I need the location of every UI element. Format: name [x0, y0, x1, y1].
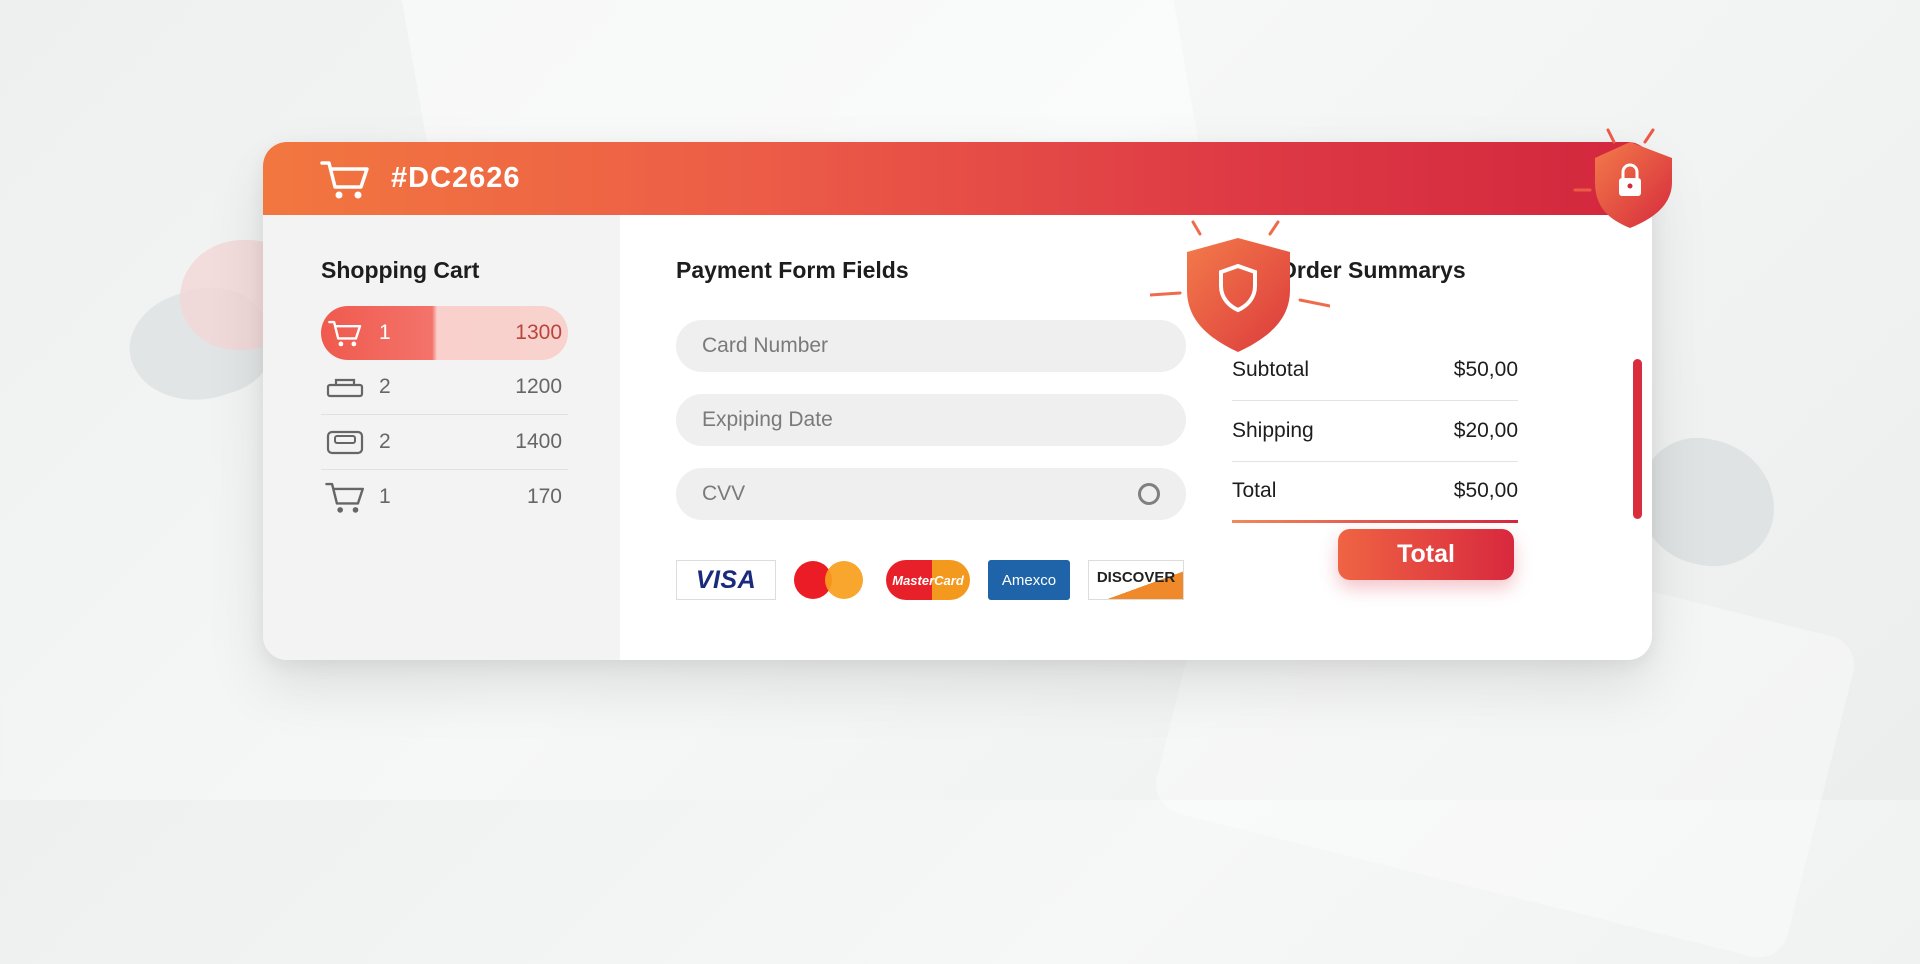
summary-label: Subtotal — [1232, 358, 1310, 381]
cart-item-price: 1300 — [515, 321, 562, 344]
header-title: #DC2626 — [391, 162, 521, 194]
background-blob — [1628, 427, 1787, 578]
summary-title: Order Summarys — [1279, 257, 1466, 283]
amex-logo[interactable]: Amexco — [988, 560, 1070, 600]
cart-icon — [323, 318, 367, 348]
total-button[interactable]: Total — [1338, 529, 1514, 580]
summary-value: $20,00 — [1453, 419, 1518, 442]
cvv-placeholder: CVV — [702, 482, 746, 505]
cart-item-price: 170 — [526, 485, 562, 508]
cvv-info-icon[interactable] — [1138, 483, 1160, 505]
cart-title: Shopping Cart — [321, 257, 480, 283]
tray-icon — [323, 375, 367, 399]
cart-item-qty: 1 — [379, 321, 391, 344]
cart-icon — [319, 157, 371, 201]
cart-item-price: 1400 — [515, 430, 562, 453]
summary-row-total: Total $50,00 — [1232, 462, 1518, 523]
cart-item-price: 1200 — [515, 375, 562, 398]
cart-icon — [323, 479, 367, 515]
cvv-field[interactable]: CVV — [676, 468, 1186, 520]
payment-title: Payment Form Fields — [676, 257, 909, 283]
cart-item-qty: 2 — [379, 430, 391, 453]
summary-value: $50,00 — [1453, 479, 1518, 502]
payment-methods: VISA MasterCard Amexco DISCOVER — [676, 560, 1200, 600]
expiry-date-placeholder: Expiping Date — [702, 408, 833, 431]
checkout-header: #DC2626 — [263, 142, 1652, 215]
cart-item[interactable]: 2 1200 — [321, 360, 568, 415]
summary-row-shipping: Shipping $20,00 — [1232, 401, 1518, 462]
mastercard-circles-logo[interactable] — [794, 560, 868, 600]
cart-item-qty: 1 — [379, 485, 391, 508]
shield-lock-icon — [1573, 128, 1672, 228]
cart-list: 1 1300 2 1200 2 1400 1 170 — [321, 306, 568, 524]
card-number-field[interactable]: Card Number — [676, 320, 1186, 372]
summary-label: Total — [1232, 479, 1277, 502]
expiry-date-field[interactable]: Expiping Date — [676, 394, 1186, 446]
scrollbar[interactable] — [1633, 359, 1642, 519]
payment-form-panel: Payment Form Fields Card Number Expiping… — [620, 215, 1200, 660]
visa-logo[interactable]: VISA — [676, 560, 776, 600]
summary-label: Shipping — [1232, 419, 1314, 442]
cart-item[interactable]: 2 1400 — [321, 415, 568, 470]
summary-table: Subtotal $50,00 Shipping $20,00 Total $5… — [1232, 340, 1518, 523]
card-number-placeholder: Card Number — [702, 334, 829, 357]
mastercard-logo[interactable]: MasterCard — [886, 560, 970, 600]
shopping-cart-panel: Shopping Cart 1 1300 2 1200 2 1400 1 170 — [263, 215, 620, 660]
box-icon — [323, 428, 367, 456]
cart-item[interactable]: 1 170 — [321, 470, 568, 524]
security-shield-icon — [1150, 220, 1330, 352]
checkout-card: #DC2626 Shopping Cart 1 1300 2 1 200 2 14… — [263, 142, 1652, 660]
cart-item-qty: 2 — [379, 375, 391, 398]
cart-item[interactable]: 1 1300 — [321, 306, 568, 360]
discover-logo[interactable]: DISCOVER — [1088, 560, 1184, 600]
summary-value: $50,00 — [1453, 358, 1518, 381]
